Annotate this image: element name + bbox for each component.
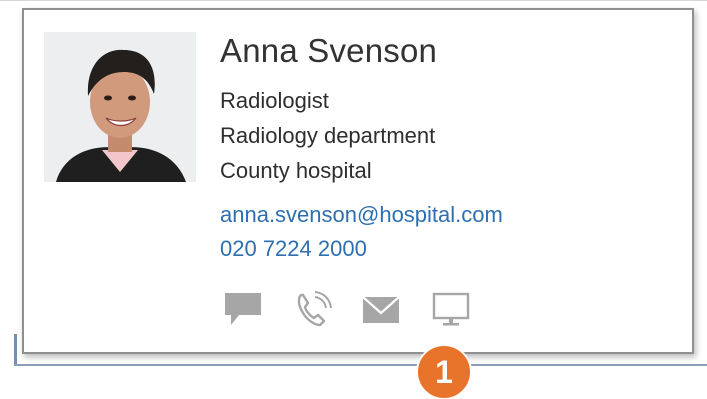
video-icon [432,292,470,326]
contact-title: Radiologist [220,88,329,113]
chat-icon [225,293,261,325]
email-link[interactable]: anna.svenson@hospital.com [220,202,503,228]
contact-organization: County hospital [220,158,372,183]
contact-photo-icon [44,32,196,182]
contact-card: Anna Svenson Radiologist Radiology depar… [22,8,694,354]
mail-icon [362,296,400,323]
contact-name: Anna Svenson [220,32,438,69]
video-call-button[interactable] [428,286,474,332]
screenshot-stage: Anna Svenson Radiologist Radiology depar… [0,0,707,399]
call-button[interactable] [290,286,336,332]
send-im-button[interactable] [220,286,266,332]
contact-department: Radiology department [220,123,436,148]
background-edge-bottom [14,364,707,366]
callout-number-badge: 1 [416,344,472,399]
avatar[interactable] [44,32,196,182]
phone-link[interactable]: 020 7224 2000 [220,236,367,262]
background-accent [14,334,17,366]
phone-icon [297,291,332,327]
background-edge [0,0,707,1]
send-email-button[interactable] [358,286,404,332]
